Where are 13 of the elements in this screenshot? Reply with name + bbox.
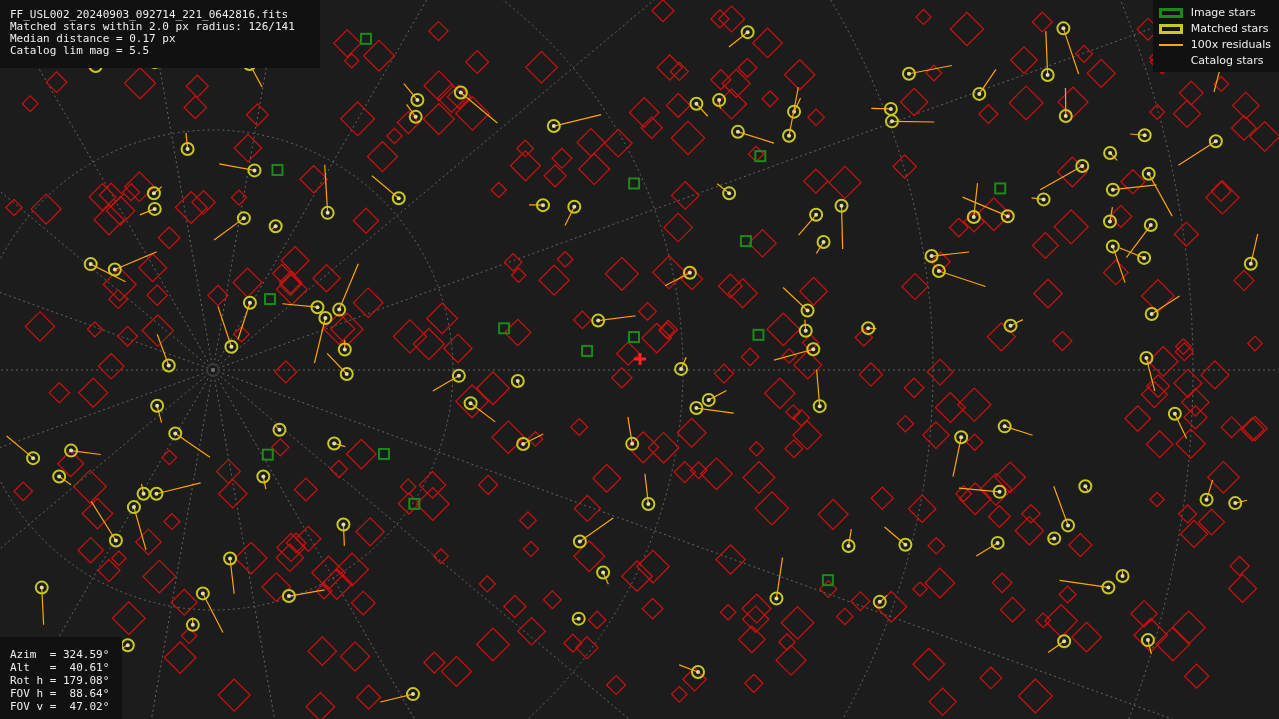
pointing-text: FOV v = 47.02°: [10, 700, 111, 713]
legend-label: Image stars: [1190, 6, 1256, 20]
pointing-text: Alt = 40.61°: [10, 661, 111, 674]
legend-label: 100x residuals: [1190, 38, 1271, 52]
legend-label: Matched stars: [1190, 22, 1269, 36]
info-text: Median distance = 0.17 px: [10, 33, 177, 45]
pointing-text: FOV h = 88.64°: [10, 687, 111, 700]
info-text: Catalog lim mag = 5.5: [10, 45, 151, 57]
info-text: Matched stars within 2.0 px radius: 126/141: [10, 21, 296, 33]
pointing-text: Azim = 324.59°: [10, 648, 111, 661]
legend-label: Catalog stars: [1190, 54, 1264, 68]
pointing-text: Rot h = 179.08°: [10, 674, 111, 687]
info-text: FF_USL002_20240903_092714_221_0642816.fits: [10, 9, 290, 21]
